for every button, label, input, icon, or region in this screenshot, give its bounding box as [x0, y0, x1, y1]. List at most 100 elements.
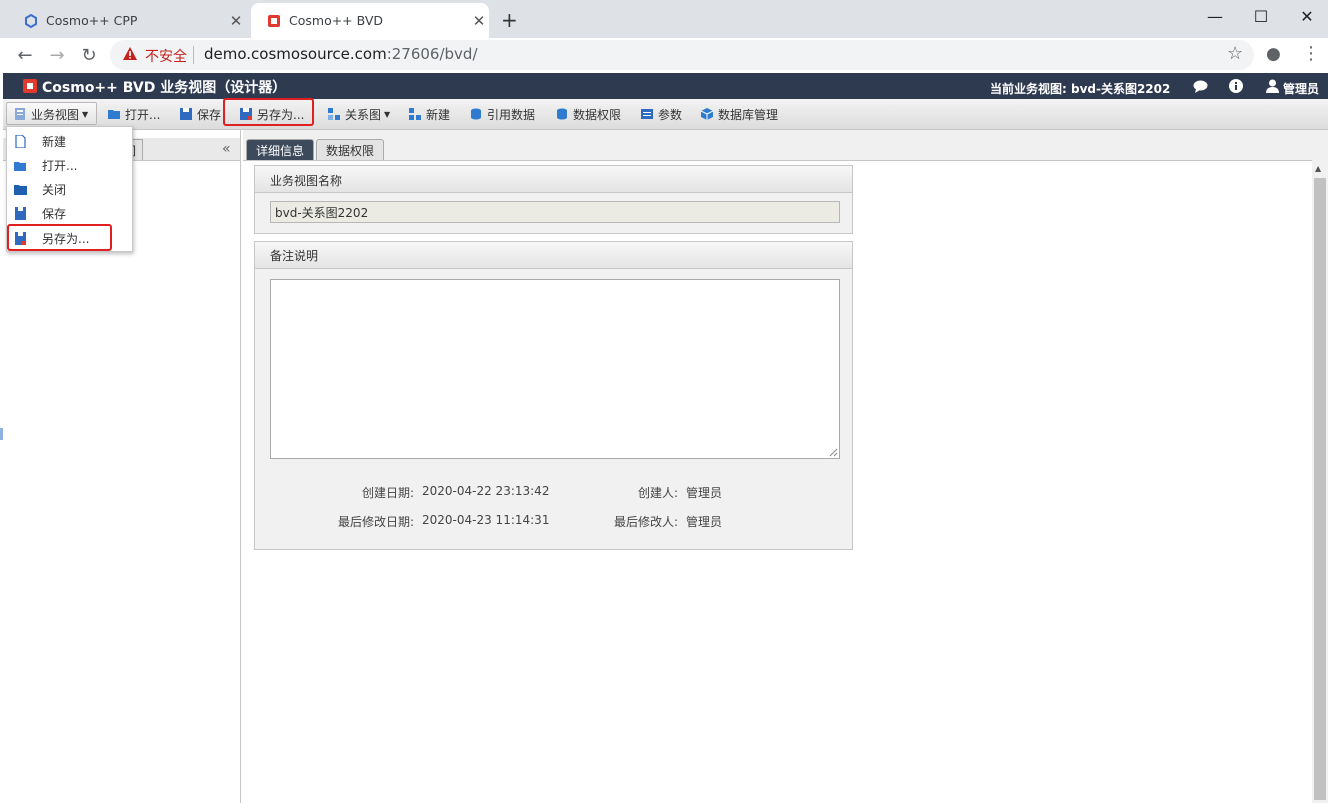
folder-icon — [108, 110, 120, 119]
menu-item-label: 另存为... — [42, 231, 90, 246]
database-lock-icon — [557, 108, 567, 120]
tab-details[interactable]: 详细信息 — [246, 139, 314, 160]
save-label: 保存 — [197, 107, 222, 122]
chevron-down-icon: ▼ — [384, 109, 391, 119]
tab-data-permissions[interactable]: 数据权限 — [316, 139, 384, 160]
menu-item-close[interactable]: 关闭 — [6, 177, 131, 201]
menu-item-label: 保存 — [42, 206, 67, 221]
relation-label: 关系图 — [345, 107, 382, 122]
tab-label: 详细信息 — [255, 143, 304, 158]
business-view-menu-button[interactable]: 业务视图 ▼ — [14, 104, 88, 124]
tab-label: 数据权限 — [325, 143, 374, 158]
bvd-favicon-icon — [268, 14, 280, 27]
minimize-button[interactable]: — — [1192, 0, 1238, 32]
save-as-icon — [15, 231, 26, 245]
save-as-label: 另存为... — [257, 107, 305, 122]
app-logo-icon — [23, 79, 37, 93]
open-button[interactable]: 打开... — [108, 104, 160, 124]
creator-label: 创建人: — [638, 486, 679, 500]
remark-section-header — [255, 242, 852, 269]
main-tab-bar — [243, 130, 1328, 161]
reload-button[interactable]: ↻ — [76, 42, 102, 68]
url-divider — [193, 46, 194, 64]
menu-item-save[interactable]: 保存 — [6, 201, 131, 225]
menu-item-label: 新建 — [42, 134, 67, 149]
save-button[interactable]: 保存 — [180, 104, 221, 124]
name-section-header — [255, 166, 852, 193]
info-icon[interactable] — [1229, 79, 1243, 93]
reference-data-button[interactable]: 引用数据 — [470, 104, 535, 124]
modifier-label: 最后修改人: — [614, 515, 679, 529]
parameters-button[interactable]: 参数 — [641, 104, 682, 124]
open-label: 打开... — [125, 107, 161, 122]
save-icon — [15, 206, 26, 220]
parameters-icon — [641, 109, 653, 119]
business-view-label: 业务视图 — [31, 107, 80, 122]
account-icon[interactable]: ● — [1266, 44, 1281, 64]
view-name-field[interactable]: bvd-关系图2202 — [270, 201, 840, 223]
folder-closed-icon — [14, 184, 27, 195]
tab-close-icon[interactable]: ✕ — [469, 12, 489, 30]
menu-item-label: 打开... — [42, 158, 78, 173]
new-tab-button[interactable]: + — [501, 8, 518, 32]
url-path: :27606/bvd/ — [386, 45, 478, 63]
menu-item-label: 关闭 — [42, 182, 67, 197]
back-button[interactable]: ← — [12, 42, 38, 68]
tab-close-icon[interactable]: ✕ — [226, 12, 246, 30]
relation-diagram-button[interactable]: 关系图 ▼ — [328, 104, 390, 124]
user-icon[interactable] — [1266, 79, 1279, 93]
forward-button[interactable]: → — [44, 42, 70, 68]
close-window-button[interactable]: ✕ — [1284, 0, 1328, 32]
modified-date-label: 最后修改日期: — [338, 515, 415, 529]
scrollbar-thumb[interactable] — [1314, 178, 1326, 800]
created-date-label: 创建日期: — [362, 486, 415, 500]
menu-item-open[interactable]: 打开... — [6, 153, 131, 177]
ref-data-label: 引用数据 — [487, 107, 536, 122]
warning-icon[interactable] — [122, 46, 138, 62]
params-label: 参数 — [658, 107, 683, 122]
save-as-button[interactable]: 另存为... — [240, 104, 304, 124]
modifier-value: 管理员 — [686, 515, 723, 529]
remark-textarea[interactable] — [270, 279, 840, 459]
database-manage-button[interactable]: 数据库管理 — [701, 104, 778, 124]
modified-date-value: 2020-04-23 11:14:31 — [422, 513, 550, 527]
data-perm-label: 数据权限 — [573, 107, 622, 122]
security-label[interactable]: 不安全 — [145, 46, 187, 66]
remark-section-title: 备注说明 — [270, 249, 319, 263]
left-edge-marker — [0, 428, 3, 440]
scroll-up-icon[interactable]: ▲ — [1315, 164, 1321, 173]
browser-tab-bvd[interactable]: Cosmo++ BVD ✕ — [251, 3, 489, 38]
view-name-value: bvd-关系图2202 — [275, 205, 369, 220]
add-node-icon — [409, 108, 421, 120]
data-permission-button[interactable]: 数据权限 — [556, 104, 621, 124]
new-document-icon — [15, 134, 26, 148]
tab-title: Cosmo++ BVD — [289, 13, 384, 28]
save-icon — [180, 108, 192, 120]
diagram-icon — [328, 108, 340, 120]
app-title: Cosmo++ BVD 业务视图（设计器） — [42, 80, 287, 96]
maximize-button[interactable]: ☐ — [1238, 0, 1284, 32]
creator-value: 管理员 — [686, 486, 723, 500]
created-date-value: 2020-04-22 23:13:42 — [422, 484, 550, 498]
folder-open-icon — [14, 161, 26, 171]
collapse-panel-icon[interactable]: « — [222, 141, 231, 157]
database-icon — [471, 108, 481, 120]
chevron-down-icon: ▼ — [82, 109, 89, 119]
name-section-title: 业务视图名称 — [270, 174, 343, 188]
cpp-favicon-icon — [25, 13, 37, 28]
menu-item-new[interactable]: 新建 — [6, 129, 131, 153]
message-icon[interactable] — [1193, 80, 1208, 93]
cube-icon — [701, 108, 713, 120]
browser-tab-cpp[interactable]: Cosmo++ CPP ✕ — [8, 3, 246, 38]
save-as-icon — [240, 108, 252, 120]
user-name[interactable]: 管理员 — [1283, 80, 1319, 97]
url-host: demo.cosmosource.com — [204, 45, 387, 63]
url-text[interactable]: demo.cosmosource.com:27606/bvd/ — [204, 45, 478, 63]
browser-menu-icon[interactable]: ⋮ — [1302, 43, 1320, 64]
resize-handle-icon[interactable] — [829, 448, 838, 457]
db-manage-label: 数据库管理 — [718, 107, 779, 122]
menu-item-save-as[interactable]: 另存为... — [6, 226, 131, 250]
new-diagram-button[interactable]: 新建 — [409, 104, 450, 124]
bookmark-star-icon[interactable]: ☆ — [1227, 43, 1243, 64]
new-label: 新建 — [426, 107, 451, 122]
